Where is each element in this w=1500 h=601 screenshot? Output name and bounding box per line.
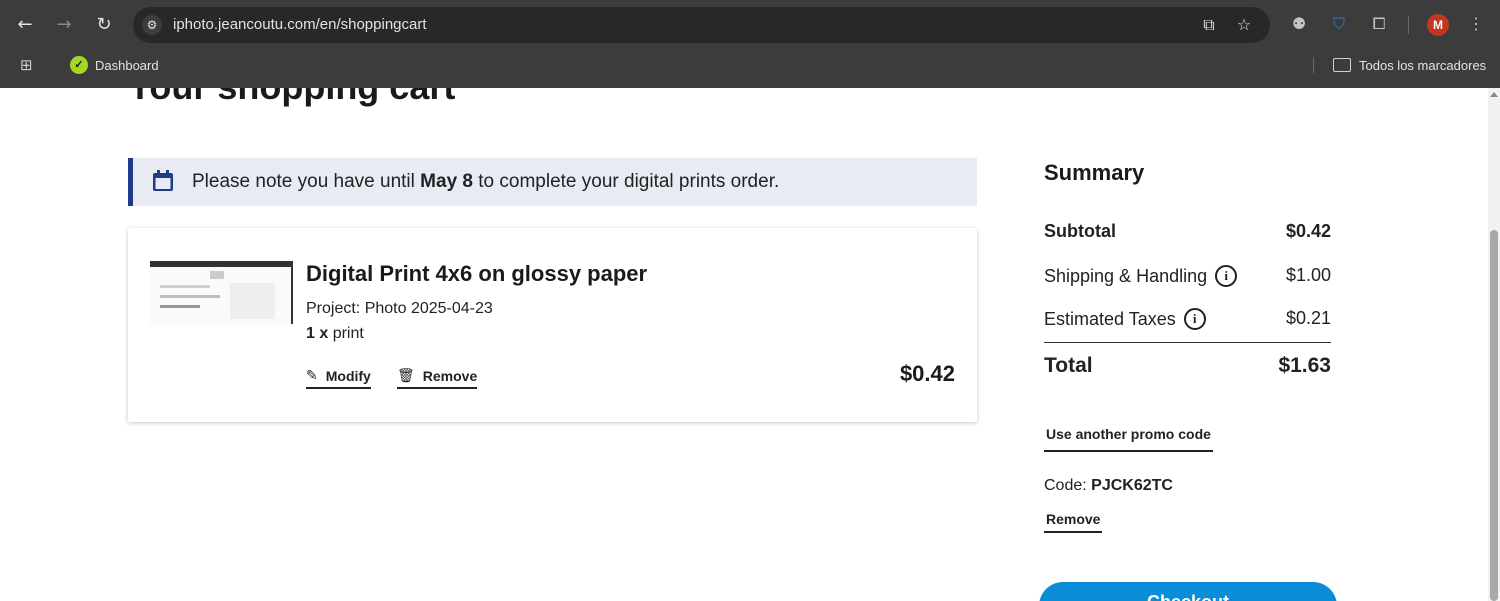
shipping-label: Shipping & Handling <box>1044 265 1208 286</box>
taxes-info-icon[interactable]: i <box>1183 308 1206 330</box>
shipping-row: Shipping & Handling i $1.00 <box>1044 265 1331 287</box>
extension-robot-icon[interactable]: ⚉ <box>1288 13 1310 35</box>
total-row: Total $1.63 <box>1044 354 1331 377</box>
bookmark-star-icon[interactable]: ☆ <box>1234 15 1254 35</box>
total-label: Total <box>1044 354 1093 377</box>
notice-prefix: Please note you have until <box>192 171 421 192</box>
code-value: PJCK62TC <box>1091 477 1173 494</box>
checkout-button[interactable]: Checkout <box>1039 582 1337 601</box>
scrollbar-thumb[interactable] <box>1490 230 1498 601</box>
site-info-icon[interactable]: ⚙ <box>142 15 162 35</box>
menu-kebab-icon[interactable]: ⋮ <box>1465 13 1487 35</box>
subtotal-value: $0.42 <box>1285 221 1331 241</box>
remove-promo-code-link[interactable]: Remove <box>1044 511 1103 533</box>
url-text[interactable]: iphoto.jeancoutu.com/en/shoppingcart <box>173 16 427 33</box>
page-content: Your shopping cart Please note you have … <box>0 88 1488 601</box>
folder-icon <box>1333 58 1351 72</box>
cart-item-card: Digital Print 4x6 on glossy paper Projec… <box>128 228 977 422</box>
notice-date: May 8 <box>420 171 473 192</box>
back-arrow-icon[interactable]: ← <box>12 12 38 38</box>
shield-extension-icon[interactable]: ⛉ <box>1328 13 1350 35</box>
apps-grid-icon[interactable]: ⊞ <box>20 56 38 74</box>
total-value: $1.63 <box>1278 354 1331 377</box>
order-deadline-notice: Please note you have until May 8 to comp… <box>128 158 977 206</box>
bookmarks-divider <box>1313 57 1314 73</box>
item-title: Digital Print 4x6 on glossy paper <box>306 261 648 286</box>
modify-label: Modify <box>325 367 371 384</box>
summary-title: Summary <box>1044 160 1145 185</box>
all-bookmarks-button[interactable]: Todos los marcadores <box>1333 55 1486 75</box>
browser-toolbar: ← → ↻ ⚙ iphoto.jeancoutu.com/en/shopping… <box>0 0 1500 50</box>
subtotal-row: Subtotal $0.42 <box>1044 221 1331 243</box>
bookmark-dashboard[interactable]: ✓ Dashboard <box>70 55 159 75</box>
calendar-icon <box>153 170 173 191</box>
all-bookmarks-label: Todos los marcadores <box>1359 57 1487 73</box>
taxes-value: $0.21 <box>1285 308 1331 328</box>
forward-arrow-icon[interactable]: → <box>51 12 77 38</box>
notice-suffix: to complete your digital prints order. <box>472 171 780 192</box>
page-scrollbar[interactable] <box>1488 88 1500 601</box>
address-bar[interactable]: ⚙ iphoto.jeancoutu.com/en/shoppingcart ⧉… <box>133 7 1270 43</box>
item-project: Project: Photo 2025-04-23 <box>306 300 493 317</box>
promo-code-line: Code: PJCK62TC <box>1044 477 1173 495</box>
use-another-promo-link[interactable]: Use another promo code <box>1044 426 1213 452</box>
bookmarks-bar: ⊞ ✓ Dashboard <box>0 50 1500 80</box>
subtotal-label: Subtotal <box>1044 221 1116 241</box>
modify-button[interactable]: ✎ Modify <box>306 367 371 389</box>
extensions-puzzle-icon[interactable]: ⧠ <box>1368 13 1390 35</box>
browser-chrome: ← → ↻ ⚙ iphoto.jeancoutu.com/en/shopping… <box>0 0 1500 88</box>
taxes-label: Estimated Taxes <box>1044 308 1176 329</box>
page-title: Your shopping cart <box>128 88 455 108</box>
translate-icon[interactable]: ⧉ <box>1199 15 1219 35</box>
pencil-icon: ✎ <box>306 367 318 384</box>
notice-text: Please note you have until May 8 to comp… <box>192 171 779 193</box>
shipping-value: $1.00 <box>1285 265 1331 285</box>
scroll-up-arrow-icon[interactable] <box>1490 92 1498 97</box>
remove-label: Remove <box>422 367 478 384</box>
reload-icon[interactable]: ↻ <box>91 12 117 38</box>
remove-item-button[interactable]: 🗑 Remove <box>397 367 478 389</box>
item-qty-number: 1 x <box>306 325 329 342</box>
summary-divider <box>1044 342 1331 343</box>
item-qty-unit: print <box>328 325 364 342</box>
bookmark-dashboard-label: Dashboard <box>95 57 159 73</box>
item-price: $0.42 <box>899 361 955 386</box>
code-label: Code: <box>1044 477 1092 494</box>
toolbar-divider <box>1408 16 1409 34</box>
taxes-row: Estimated Taxes i $0.21 <box>1044 308 1331 330</box>
trash-icon: 🗑 <box>397 367 415 384</box>
profile-avatar[interactable]: M <box>1427 14 1449 36</box>
shipping-info-icon[interactable]: i <box>1215 265 1238 287</box>
item-quantity: 1 x print <box>306 325 364 343</box>
dashboard-favicon-icon: ✓ <box>70 56 88 74</box>
item-thumbnail <box>150 261 293 324</box>
